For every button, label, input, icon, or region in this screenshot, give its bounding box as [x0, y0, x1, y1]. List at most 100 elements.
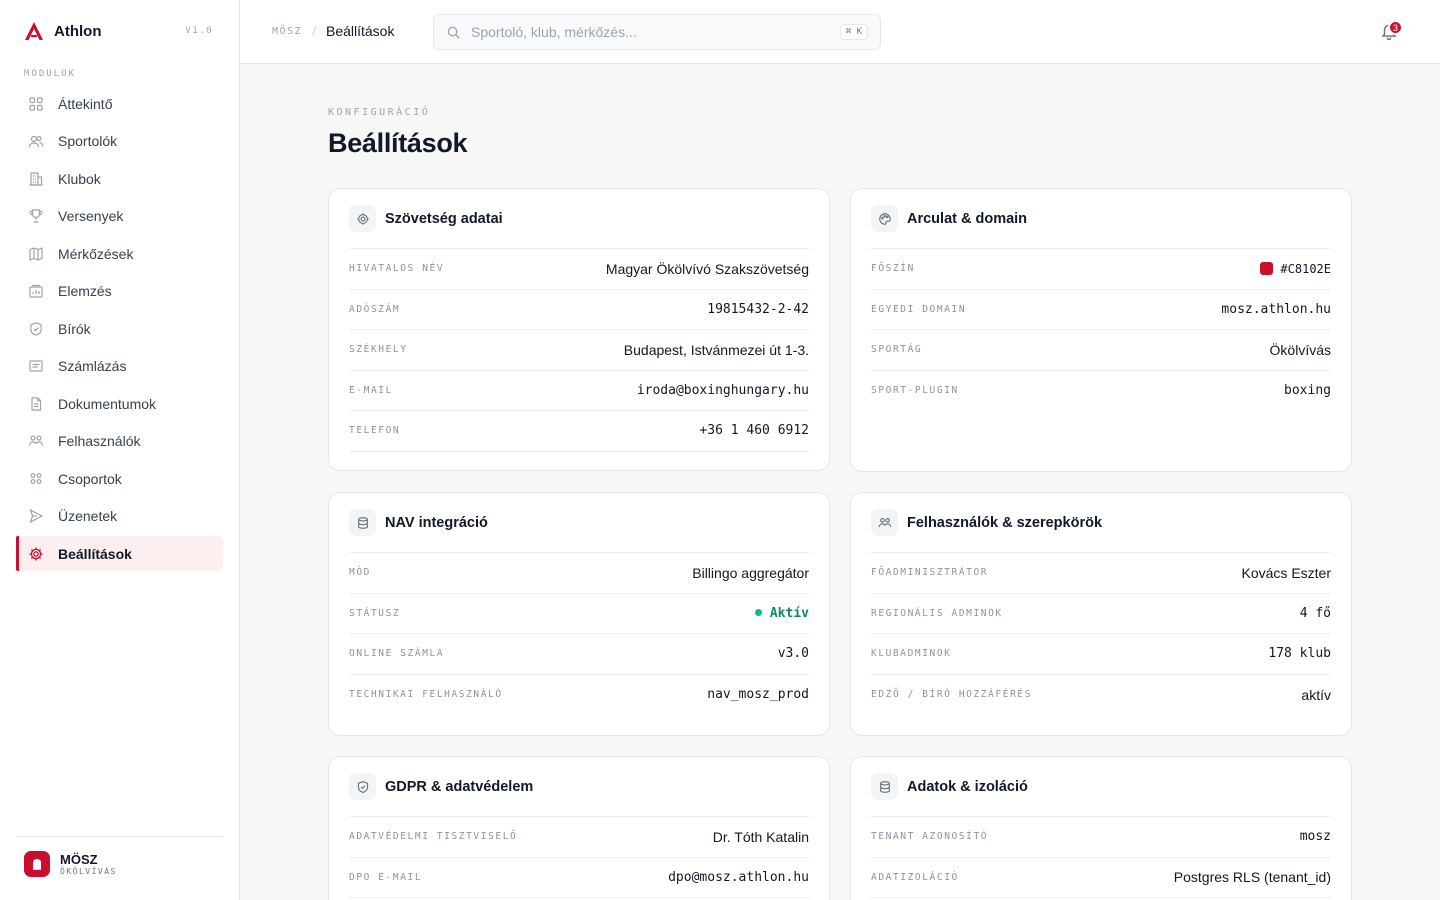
sidebar-item-elemzes[interactable]: Elemzés: [16, 274, 223, 309]
org-switcher[interactable]: MÖSZ ÖKÖLVÍVÁS: [24, 851, 117, 877]
card-header: Arculat & domain: [871, 189, 1331, 249]
sidebar-item-felhasznalok[interactable]: Felhasználók: [16, 424, 223, 459]
field-row: TECHNIKAI FELHASZNÁLÓ nav_mosz_prod: [349, 675, 809, 716]
field-row: SPORT-PLUGIN boxing: [871, 371, 1331, 412]
card-header: Adatok & izoláció: [871, 757, 1331, 817]
sidebar-item-versenyek[interactable]: Versenyek: [16, 199, 223, 234]
user-group-icon: [28, 435, 44, 446]
field-label: SPORTÁG: [871, 344, 923, 356]
color-swatch[interactable]: [1260, 261, 1274, 275]
breadcrumb-root[interactable]: MÖSZ: [272, 26, 302, 37]
org-name: MÖSZ: [60, 852, 98, 867]
field-row: SZÉKHELY Budapest, Istvánmezei út 1-3.: [349, 330, 809, 371]
sidebar-item-label: Klubok: [58, 170, 101, 187]
field-value: Budapest, Istvánmezei út 1-3.: [623, 341, 809, 358]
card-title: NAV integráció: [385, 514, 488, 531]
field-row: DPO E-MAIL dpo@mosz.athlon.hu: [349, 858, 809, 898]
field-label: TENANT AZONOSÍTÓ: [871, 831, 989, 843]
field-row: FŐADMINISZTRÁTOR Kovács Eszter: [871, 553, 1331, 594]
search-box[interactable]: ⌘ K: [433, 14, 881, 50]
field-value: v3.0: [777, 646, 809, 662]
field-label: DPO E-MAIL: [349, 871, 423, 883]
app-name: Athlon: [54, 22, 102, 40]
shield-icon: [30, 321, 42, 336]
sidebar-item-beallitasok[interactable]: Beállítások: [16, 536, 223, 571]
sidebar-item-uzenetek[interactable]: Üzenetek: [16, 499, 223, 534]
field-value: Dr. Tóth Katalin: [712, 828, 809, 845]
card-title: GDPR & adatvédelem: [385, 778, 534, 795]
sidebar-item-label: Számlázás: [58, 358, 127, 374]
field-value: 4 fő: [1299, 605, 1331, 621]
brand[interactable]: Athlon: [24, 20, 101, 42]
sidebar-item-label: Csoportok: [58, 470, 122, 487]
sidebar-item-merkozesek[interactable]: Mérkőzések: [16, 236, 223, 271]
building-icon: [29, 171, 43, 186]
field-label: EGYEDI DOMAIN: [871, 303, 967, 315]
field-row: REGIONÁLIS ADMINOK 4 fő: [871, 594, 1331, 634]
card-header: NAV integráció: [349, 493, 809, 553]
org-subtitle: ÖKÖLVÍVÁS: [60, 867, 117, 876]
field-value: aktív: [1301, 686, 1331, 703]
sidebar-item-label: Sportolók: [58, 133, 118, 149]
app-version: V1.0: [185, 26, 213, 36]
topbar: MÖSZ / Beállítások ⌘ K 3: [240, 0, 1440, 64]
field-label: ADÓSZÁM: [349, 303, 401, 315]
card-title: Szövetség adatai: [385, 210, 503, 227]
search-input[interactable]: [471, 24, 830, 40]
chart-icon: [29, 284, 43, 298]
notification-badge: 3: [1388, 20, 1403, 35]
field-value: nav_mosz_prod: [707, 687, 809, 703]
database-icon: [871, 773, 898, 800]
field-row: KLUBADMINOK 178 klub: [871, 634, 1331, 675]
field-row: EDZŐ / BÍRÓ HOZZÁFÉRÉS aktív: [871, 675, 1331, 716]
sidebar-item-label: Dokumentumok: [58, 395, 157, 412]
grid-icon: [29, 96, 43, 111]
document-icon: [31, 396, 42, 411]
status-badge: Aktív: [754, 605, 809, 621]
shield-icon: [349, 773, 376, 800]
trophy-icon: [29, 209, 43, 223]
database-icon: [349, 509, 376, 536]
field-row: ONLINE SZÁMLA v3.0: [349, 634, 809, 675]
card-header: Felhasználók & szerepkörök: [871, 493, 1331, 553]
nav-section-label: MODULOK: [24, 69, 76, 79]
card-title: Adatok & izoláció: [907, 778, 1028, 795]
sidebar-divider: [16, 836, 223, 837]
field-label: SZÉKHELY: [349, 344, 408, 356]
card-title: Arculat & domain: [907, 210, 1028, 227]
receipt-icon: [29, 360, 43, 372]
field-row: HIVATALOS NÉV Magyar Ökölvívó Szakszövets…: [349, 249, 809, 290]
card-nav-integration: NAV integráció MÓD Billingo aggregátor ST…: [328, 492, 830, 736]
field-label: SPORT-PLUGIN: [871, 385, 959, 397]
field-row: ADÓSZÁM 19815432-2-42: [349, 290, 809, 330]
sidebar-item-attekinto[interactable]: Áttekintő: [16, 86, 223, 121]
field-label: FŐADMINISZTRÁTOR: [871, 567, 989, 579]
field-label: ADATVÉDELMI TISZTVISELŐ: [349, 831, 518, 843]
page-title: Beállítások: [328, 128, 468, 158]
sidebar-item-dokumentumok[interactable]: Dokumentumok: [16, 386, 223, 421]
field-value: dpo@mosz.athlon.hu: [668, 869, 809, 885]
field-value: Ökölvívás: [1269, 341, 1331, 358]
field-value: Billingo aggregátor: [692, 564, 809, 581]
field-row: MÓD Billingo aggregátor: [349, 553, 809, 594]
palette-icon: [871, 205, 898, 232]
sidebar-item-sportolok[interactable]: Sportolók: [16, 124, 223, 159]
athlon-logo-icon: [25, 22, 43, 40]
field-row: FŐSZÍN #C8102E: [871, 249, 1331, 290]
sidebar-item-szamlazas[interactable]: Számlázás: [16, 349, 223, 384]
field-label: FŐSZÍN: [871, 263, 915, 275]
field-value: +36 1 460 6912: [699, 423, 809, 439]
sidebar-item-label: Mérkőzések: [58, 245, 134, 262]
notifications-button[interactable]: 3: [1380, 20, 1403, 42]
sidebar-item-klubok[interactable]: Klubok: [16, 161, 223, 196]
sidebar-item-csoportok[interactable]: Csoportok: [16, 461, 223, 496]
status-text: Aktív: [769, 605, 809, 621]
card-header: GDPR & adatvédelem: [349, 757, 809, 817]
field-row: ADATIZOLÁCIÓ Postgres RLS (tenant_id): [871, 858, 1331, 898]
field-label: KLUBADMINOK: [871, 648, 952, 660]
breadcrumb-current: Beállítások: [325, 23, 395, 39]
card-users-roles: Felhasználók & szerepkörök FŐADMINISZTRÁ…: [850, 492, 1352, 736]
field-value: 19815432-2-42: [707, 301, 809, 317]
field-value: 178 klub: [1268, 646, 1331, 662]
sidebar-item-birok[interactable]: Bírók: [16, 311, 223, 346]
